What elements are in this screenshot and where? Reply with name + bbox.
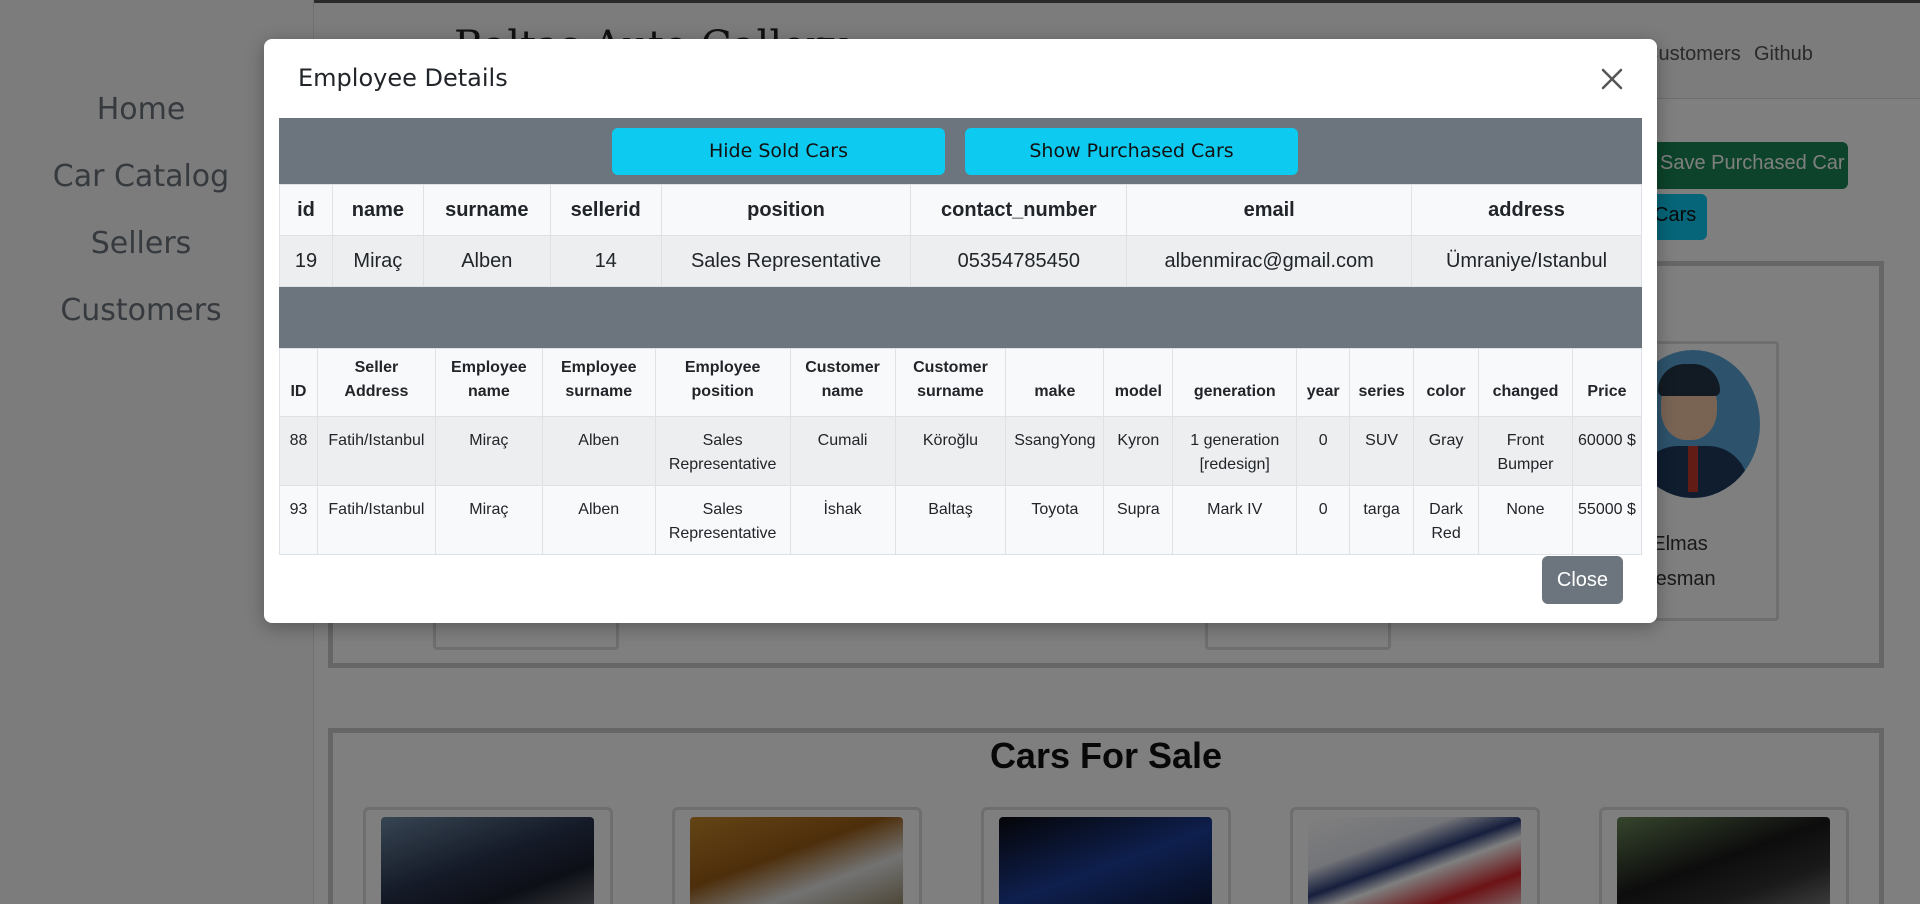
column-header: surname	[422, 184, 551, 236]
column-header: sellerid	[549, 184, 662, 236]
table-cell: Sales Representative	[654, 416, 791, 486]
table-cell: Alben	[541, 485, 656, 555]
column-header: generation	[1172, 348, 1298, 417]
table-cell: Alben	[541, 416, 656, 486]
table-cell: Sales Representative	[654, 485, 791, 555]
close-button[interactable]: Close	[1542, 556, 1623, 604]
table-cell: Sales Representative	[660, 235, 912, 287]
table-cell: 88	[279, 416, 318, 486]
column-header: make	[1005, 348, 1105, 417]
table-cell: Fatih/Istanbul	[316, 416, 436, 486]
hide-sold-cars-button[interactable]: Hide Sold Cars	[612, 128, 945, 175]
employee-details-modal: Employee Details Hide Sold Cars Show Pur…	[264, 39, 1657, 623]
column-header: email	[1126, 184, 1413, 236]
table-header-row: ID Seller Address Employee name Employee…	[279, 348, 1643, 417]
modal-title: Employee Details	[298, 64, 508, 92]
table-cell: Alben	[422, 235, 551, 287]
table-cell: 93	[279, 485, 318, 555]
employee-info-table: id name surname sellerid position contac…	[279, 184, 1642, 287]
column-header: series	[1349, 348, 1415, 417]
table-cell: Miraç	[331, 235, 424, 287]
table-cell: Ümraniye/Istanbul	[1411, 235, 1642, 287]
column-header: Employee position	[654, 348, 791, 417]
table-cell: Mark IV	[1172, 485, 1298, 555]
column-header: Customer surname	[894, 348, 1007, 417]
column-header: name	[331, 184, 424, 236]
column-header: ID	[279, 348, 318, 417]
column-header: address	[1411, 184, 1642, 236]
table-cell: Köroğlu	[894, 416, 1007, 486]
table-cell: albenmirac@gmail.com	[1126, 235, 1413, 287]
sold-cars-table: ID Seller Address Employee name Employee…	[279, 348, 1643, 555]
table-cell: SsangYong	[1005, 416, 1105, 486]
table-cell: Cumali	[789, 416, 896, 486]
column-header: year	[1296, 348, 1351, 417]
table-cell: 60000 $	[1571, 416, 1643, 486]
table-cell: Dark Red	[1413, 485, 1479, 555]
table-cell: 19	[279, 235, 333, 287]
table-cell: 0	[1296, 416, 1351, 486]
table-cell: targa	[1349, 485, 1415, 555]
column-header: color	[1413, 348, 1479, 417]
table-cell: İshak	[789, 485, 896, 555]
table-cell: Supra	[1103, 485, 1174, 555]
table-cell: Miraç	[434, 416, 543, 486]
modal-body: Hide Sold Cars Show Purchased Cars id na…	[279, 118, 1643, 555]
table-cell: Gray	[1413, 416, 1479, 486]
column-header: contact_number	[910, 184, 1128, 236]
table-cell: 05354785450	[910, 235, 1128, 287]
table-cell: 14	[549, 235, 662, 287]
table-row: 88 Fatih/Istanbul Miraç Alben Sales Repr…	[279, 416, 1643, 486]
table-cell: 0	[1296, 485, 1351, 555]
table-header-row: id name surname sellerid position contac…	[279, 184, 1642, 236]
column-header: Employee surname	[541, 348, 656, 417]
table-cell: Toyota	[1005, 485, 1105, 555]
column-header: model	[1103, 348, 1174, 417]
table-cell: Kyron	[1103, 416, 1174, 486]
column-header: Seller Address	[316, 348, 436, 417]
show-purchased-cars-button[interactable]: Show Purchased Cars	[965, 128, 1298, 175]
table-cell: None	[1478, 485, 1573, 555]
table-cell: Fatih/Istanbul	[316, 485, 436, 555]
column-header: changed	[1478, 348, 1573, 417]
table-cell: 1 generation [redesign]	[1172, 416, 1298, 486]
table-cell: SUV	[1349, 416, 1415, 486]
table-cell: Baltaş	[894, 485, 1007, 555]
column-header: Employee name	[434, 348, 543, 417]
table-cell: 55000 $	[1571, 485, 1643, 555]
table-cell: Front Bumper	[1478, 416, 1573, 486]
table-cell: Miraç	[434, 485, 543, 555]
column-header: position	[660, 184, 912, 236]
table-row: 19 Miraç Alben 14 Sales Representative 0…	[279, 235, 1642, 287]
column-header: id	[279, 184, 333, 236]
table-row: 93 Fatih/Istanbul Miraç Alben Sales Repr…	[279, 485, 1643, 555]
column-header: Price	[1571, 348, 1643, 417]
column-header: Customer name	[789, 348, 896, 417]
close-icon[interactable]	[1594, 61, 1630, 97]
